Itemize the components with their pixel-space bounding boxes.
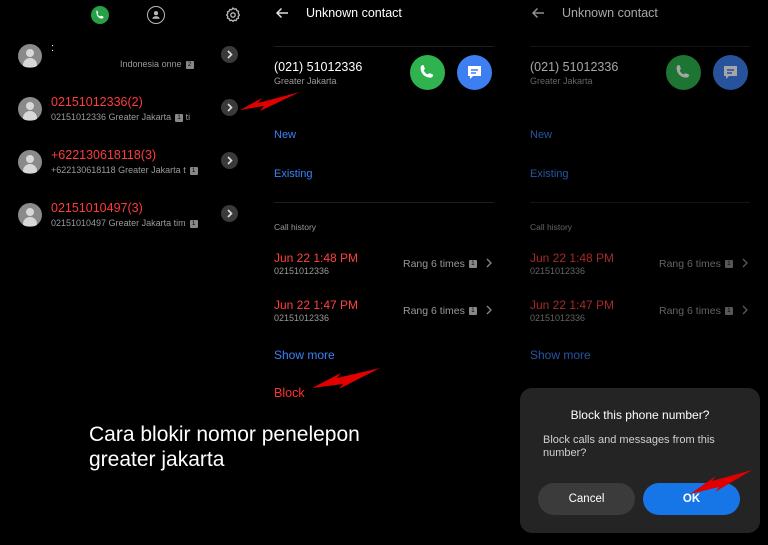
annotation-arrow-details xyxy=(240,92,300,111)
annotation-arrow-ok xyxy=(690,470,752,494)
annotation-arrow-block xyxy=(312,368,380,389)
annotation-arrows xyxy=(240,92,752,494)
